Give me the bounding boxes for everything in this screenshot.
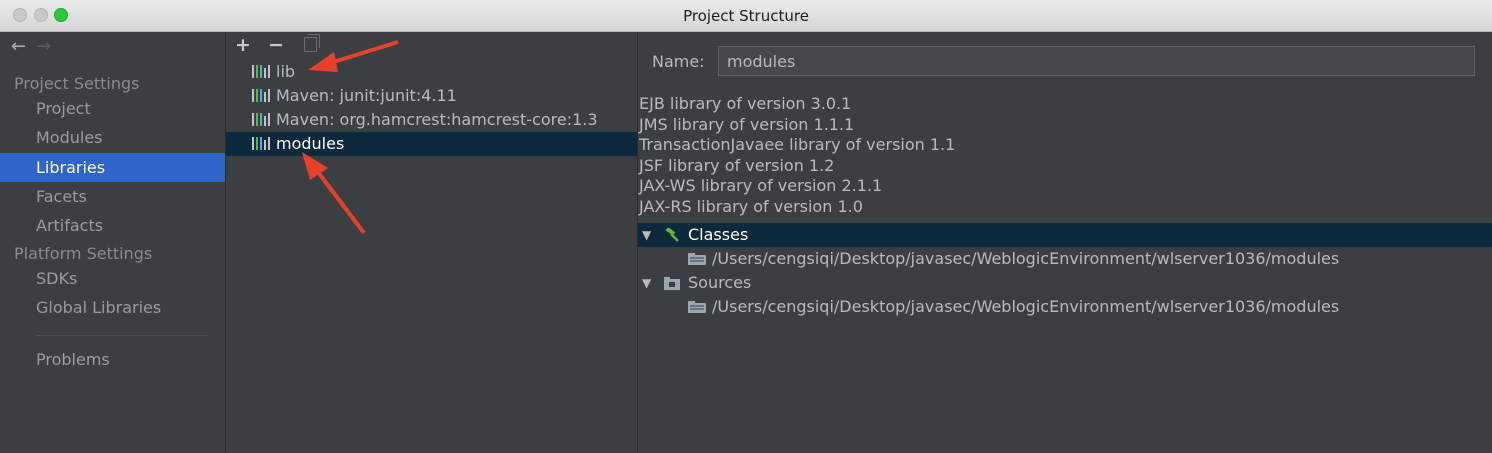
- sidebar-item-problems[interactable]: Problems: [0, 345, 225, 374]
- library-icon: [252, 113, 270, 126]
- triangle-down-icon[interactable]: ▼: [642, 271, 651, 295]
- library-version-line: JSF library of version 1.2: [639, 156, 835, 175]
- sidebar-item-project[interactable]: Project: [0, 94, 225, 123]
- library-item-hamcrest[interactable]: Maven: org.hamcrest:hamcrest-core:1.3: [226, 108, 637, 132]
- classes-node[interactable]: ▼ Classes: [638, 223, 1492, 247]
- sources-path: /Users/cengsiqi/Desktop/javasec/Weblogic…: [712, 297, 1340, 316]
- add-library-button[interactable]: +: [235, 34, 251, 56]
- libraries-panel: + − lib Maven: junit:junit:4.11 Maven: o…: [226, 32, 638, 453]
- library-item-junit[interactable]: Maven: junit:junit:4.11: [226, 84, 637, 108]
- hammer-icon: [665, 228, 679, 242]
- library-version-line: TransactionJavaee library of version 1.1: [639, 135, 956, 154]
- jar-directory-icon: [688, 301, 706, 313]
- library-label: lib: [276, 62, 296, 81]
- library-version-line: JAX-WS library of version 2.1.1: [639, 176, 883, 195]
- sidebar-item-facets[interactable]: Facets: [0, 182, 225, 211]
- project-structure-window: Project Structure ← → Project Settings Pr…: [0, 0, 1492, 453]
- library-icon: [252, 65, 270, 78]
- sidebar-item-sdks[interactable]: SDKs: [0, 264, 225, 293]
- settings-sidebar: ← → Project Settings Project Modules Libr…: [0, 32, 226, 453]
- sidebar-item-artifacts[interactable]: Artifacts: [0, 211, 225, 240]
- sidebar-item-libraries[interactable]: Libraries: [0, 153, 225, 182]
- library-name-input[interactable]: [718, 46, 1475, 76]
- sidebar-item-global-libraries[interactable]: Global Libraries: [0, 293, 225, 322]
- jar-directory-icon: [688, 253, 706, 265]
- library-item-lib[interactable]: lib: [226, 60, 637, 84]
- classes-path: /Users/cengsiqi/Desktop/javasec/Weblogic…: [712, 249, 1340, 268]
- platform-settings-header: Platform Settings: [14, 244, 153, 263]
- project-settings-header: Project Settings: [14, 74, 140, 93]
- classes-path-row[interactable]: /Users/cengsiqi/Desktop/javasec/Weblogic…: [638, 247, 1492, 271]
- library-label: Maven: junit:junit:4.11: [276, 86, 457, 105]
- library-icon: [252, 137, 270, 150]
- name-label: Name:: [652, 52, 705, 71]
- library-version-line: JAX-RS library of version 1.0: [639, 197, 863, 216]
- classes-label: Classes: [688, 225, 749, 244]
- triangle-down-icon[interactable]: ▼: [642, 223, 651, 247]
- back-arrow-icon[interactable]: ←: [11, 36, 26, 57]
- library-version-line: EJB library of version 3.0.1: [639, 94, 852, 113]
- source-folder-icon: [664, 277, 680, 290]
- library-detail-panel: Name: EJB library of version 3.0.1 JMS l…: [638, 32, 1492, 453]
- title-bar: Project Structure: [0, 0, 1492, 32]
- library-label: modules: [276, 134, 345, 153]
- library-item-modules[interactable]: modules: [226, 132, 637, 156]
- sources-path-row[interactable]: /Users/cengsiqi/Desktop/javasec/Weblogic…: [638, 295, 1492, 319]
- sources-label: Sources: [688, 273, 752, 292]
- sidebar-item-modules[interactable]: Modules: [0, 123, 225, 152]
- remove-library-button[interactable]: −: [268, 34, 284, 56]
- sources-node[interactable]: ▼ Sources: [638, 271, 1492, 295]
- library-version-line: JMS library of version 1.1.1: [639, 115, 855, 134]
- sidebar-divider: [36, 335, 208, 336]
- nav-arrows: ← →: [11, 36, 51, 57]
- library-label: Maven: org.hamcrest:hamcrest-core:1.3: [276, 110, 598, 129]
- copy-icon[interactable]: [304, 34, 320, 52]
- library-icon: [252, 89, 270, 102]
- window-title: Project Structure: [683, 7, 809, 25]
- forward-arrow-icon[interactable]: →: [36, 36, 51, 57]
